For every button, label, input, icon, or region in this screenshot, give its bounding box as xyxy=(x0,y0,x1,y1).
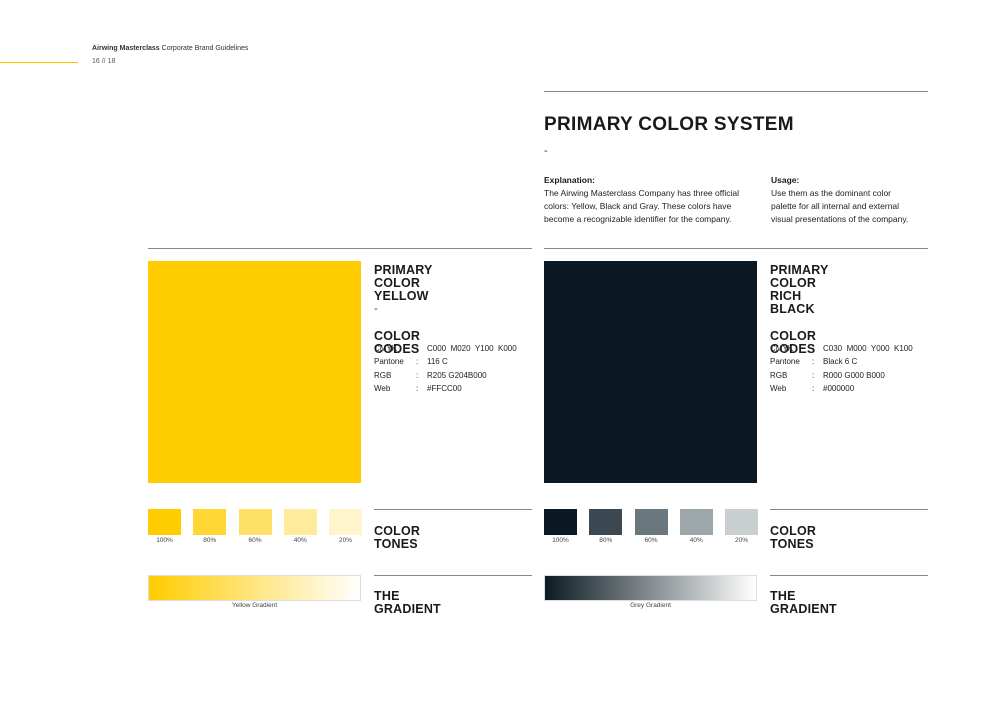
code-value: R000 G000 B000 xyxy=(823,370,885,380)
gradient-label: Grey Gradient xyxy=(630,602,671,609)
code-value: 116 C xyxy=(427,357,448,367)
usage-line: Use them as the dominant color xyxy=(771,188,892,198)
tone-label: 20% xyxy=(734,537,748,544)
doc-header: Airwing Masterclass Corporate Brand Guid… xyxy=(92,45,248,52)
color-dash: - xyxy=(374,303,378,315)
color-title-line1: PRIMARY COLOR xyxy=(770,263,829,290)
tone-label: 100% xyxy=(552,537,569,544)
color-title-line2: RICH BLACK xyxy=(770,289,815,316)
gradient-label: Yellow Gradient xyxy=(231,602,278,609)
code-key: Web xyxy=(770,383,787,393)
color-title-line1: PRIMARY COLOR xyxy=(374,263,433,290)
code-key: RGB xyxy=(374,370,392,380)
gradient-title: THE GRADIENT xyxy=(374,589,441,616)
color-code-row: CMYK: C000 M020 Y100 K000 xyxy=(374,344,517,353)
usage-line: visual presentations of the company. xyxy=(771,214,909,224)
title-dash: - xyxy=(544,145,548,157)
color-dash: - xyxy=(770,303,774,315)
color-code-row: CMYK: C030 M000 Y000 K100 xyxy=(770,344,913,353)
code-value: R205 G204B000 xyxy=(427,370,487,380)
tone-swatch xyxy=(193,509,227,535)
code-key: Pantone xyxy=(770,357,800,367)
tone-label: 20% xyxy=(338,537,352,544)
primary-swatch xyxy=(544,261,757,483)
explanation-line: The Airwing Masterclass Company has thre… xyxy=(544,188,739,198)
code-value: C030 M000 Y000 K100 xyxy=(823,344,913,353)
code-key: Pantone xyxy=(374,357,404,367)
code-sep: : xyxy=(812,344,815,353)
tone-label: 100% xyxy=(156,537,173,544)
panel-divider xyxy=(148,248,532,249)
color-tones-title: COLOR TONES xyxy=(770,524,817,551)
code-key: Web xyxy=(374,383,391,393)
code-key: CMYK xyxy=(374,344,398,353)
code-value: #FFCC00 xyxy=(427,383,462,393)
tone-swatch xyxy=(238,509,272,535)
code-sep: : xyxy=(812,370,815,380)
panel-divider xyxy=(544,248,928,249)
explanation-label: Explanation: xyxy=(544,175,596,185)
color-code-row: Pantone:116 C xyxy=(374,357,448,366)
tone-label: 40% xyxy=(293,537,307,544)
code-sep: : xyxy=(812,383,815,393)
explanation-line: colors: Yellow, Black and Gray. These co… xyxy=(544,201,732,211)
tone-swatch xyxy=(148,509,181,535)
color-tones-title: COLOR TONES xyxy=(374,524,421,551)
code-sep: : xyxy=(416,383,419,393)
tone-label: 40% xyxy=(689,537,703,544)
code-value: #000000 xyxy=(823,383,855,393)
usage-line: palette for all internal and external xyxy=(771,201,900,211)
code-sep: : xyxy=(416,370,419,380)
tone-swatch xyxy=(589,509,623,535)
gradient-bar xyxy=(148,575,361,601)
color-code-row: Pantone: Black 6 C xyxy=(770,357,857,366)
code-sep: : xyxy=(416,357,419,367)
explanation-line: become a recognizable identifier for the… xyxy=(544,214,732,224)
explanation-text: The Airwing Masterclass Company has thre… xyxy=(544,187,754,226)
tone-swatch xyxy=(725,509,758,535)
tone-label: 60% xyxy=(248,537,262,544)
doc-title: Corporate Brand Guidelines xyxy=(161,45,249,52)
tone-swatch xyxy=(679,509,713,535)
brand-name: Airwing Masterclass xyxy=(92,45,160,52)
color-title: PRIMARY COLOR YELLOW xyxy=(374,264,432,303)
color-code-row: RGB: R000 G000 B000 xyxy=(770,371,885,380)
page-title: PRIMARY COLOR SYSTEM xyxy=(544,114,794,135)
code-value: Black 6 C xyxy=(823,357,858,367)
tone-swatch xyxy=(634,509,668,535)
gradient-bar xyxy=(544,575,757,601)
tone-swatch xyxy=(329,509,362,535)
header-accent-line xyxy=(0,62,78,63)
color-title: PRIMARY COLOR RICH BLACK xyxy=(770,264,828,316)
color-code-row: Web: #FFCC00 xyxy=(374,384,462,393)
gradient-divider xyxy=(374,575,532,576)
tone-label: 80% xyxy=(203,537,217,544)
color-code-row: Web: #000000 xyxy=(770,384,854,393)
color-code-row: RGB: R205 G204B000 xyxy=(374,371,487,380)
top-divider xyxy=(544,91,928,92)
usage-text: Use them as the dominant color palette f… xyxy=(771,187,981,226)
code-key: RGB xyxy=(770,370,788,380)
gradient-title: THE GRADIENT xyxy=(770,589,837,616)
page-number: 16 // 18 xyxy=(92,58,116,65)
tones-divider xyxy=(374,509,532,510)
primary-swatch xyxy=(148,261,361,483)
code-sep: : xyxy=(416,344,419,353)
tone-label: 60% xyxy=(644,537,658,544)
code-key: CMYK xyxy=(770,344,794,353)
code-sep: : xyxy=(812,357,815,367)
usage-label: Usage: xyxy=(771,175,800,185)
tone-swatch xyxy=(544,509,577,535)
code-value: C000 M020 Y100 K000 xyxy=(427,344,517,353)
gradient-divider xyxy=(770,575,928,576)
tones-divider xyxy=(770,509,928,510)
tone-label: 80% xyxy=(599,537,613,544)
tone-swatch xyxy=(283,509,317,535)
color-title-line2: YELLOW xyxy=(374,289,429,303)
